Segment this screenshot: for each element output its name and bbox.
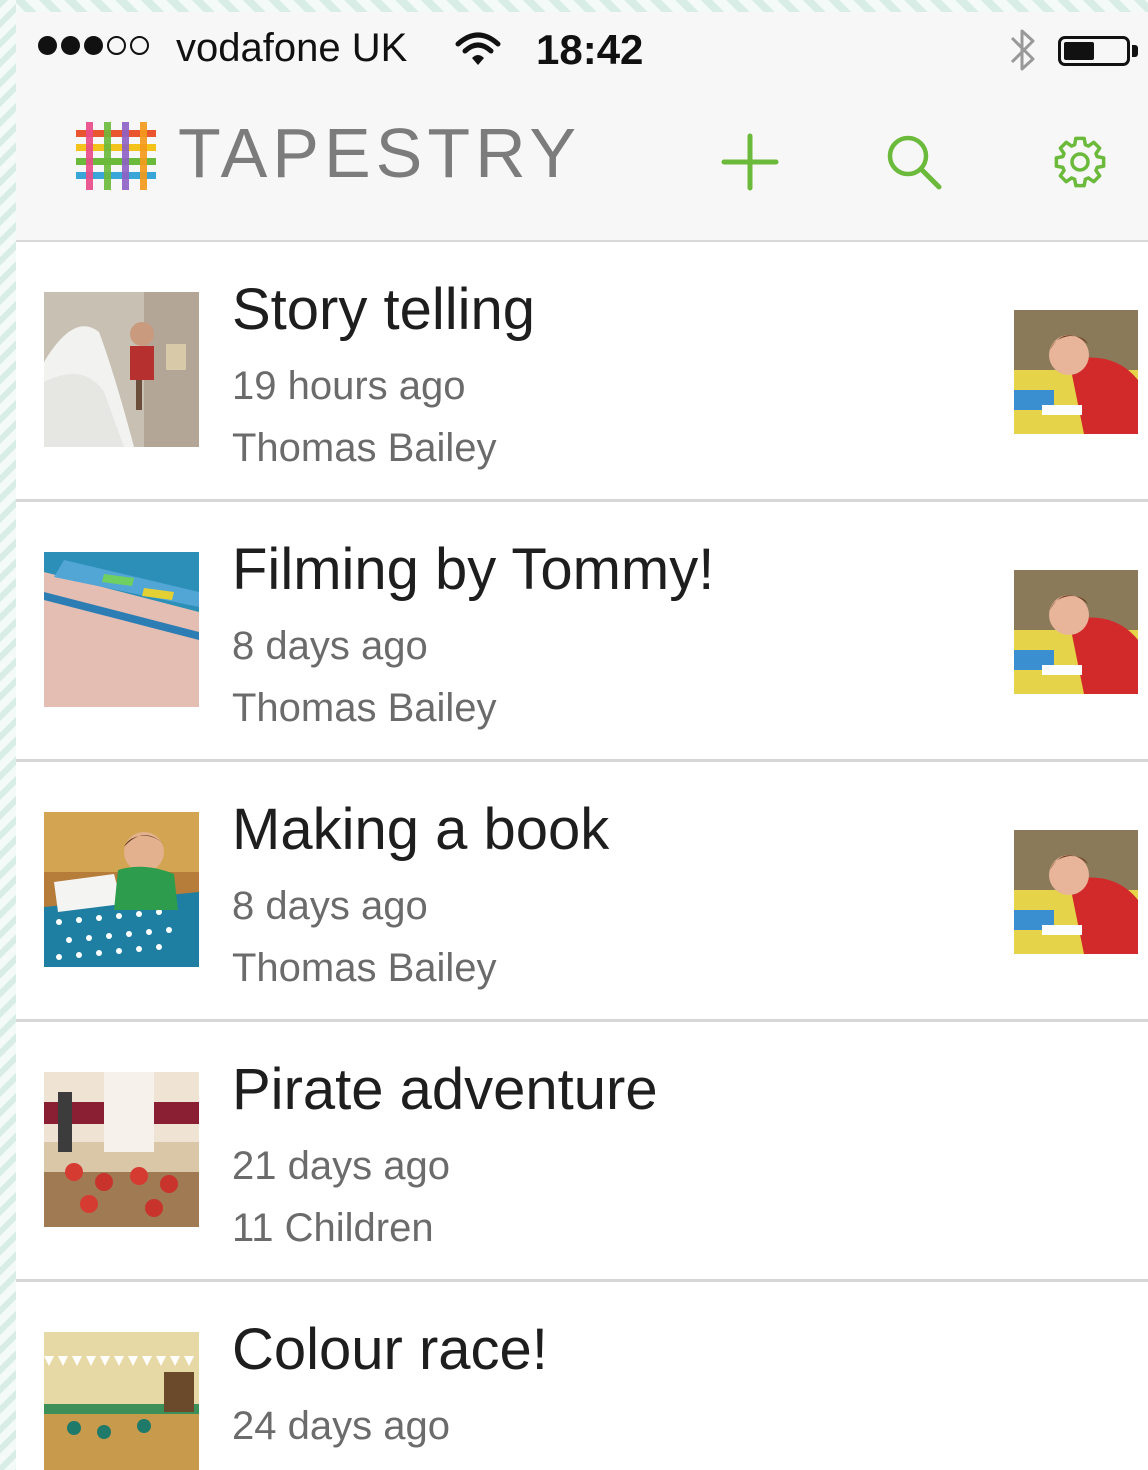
battery-level — [1064, 42, 1094, 60]
observation-time: 8 days ago — [232, 624, 428, 668]
child-avatar — [1014, 310, 1138, 434]
observation-photo — [44, 812, 199, 967]
background-pattern-top — [0, 0, 1148, 12]
app-screen: vodafone UK 18:42 TAPESTRY Story telling… — [16, 12, 1148, 1470]
battery-tip — [1132, 45, 1138, 57]
observation-title: Filming by Tommy! — [232, 537, 715, 602]
observation-author: 11 Children — [232, 1206, 434, 1250]
observation-author: Thomas Bailey — [232, 426, 497, 470]
status-time: 18:42 — [536, 26, 644, 73]
battery-icon — [1058, 36, 1130, 66]
observation-time: 21 days ago — [232, 1144, 450, 1188]
observation-title: Pirate adventure — [232, 1057, 658, 1122]
child-avatar — [1014, 830, 1138, 954]
settings-button[interactable] — [1048, 130, 1112, 194]
gear-icon — [1054, 136, 1106, 188]
observation-title: Story telling — [232, 277, 536, 342]
observation-photo — [44, 1332, 199, 1470]
observation-row[interactable]: Story telling 19 hours ago Thomas Bailey — [16, 242, 1148, 502]
status-bar: vodafone UK 18:42 — [16, 12, 1148, 86]
bluetooth-icon — [1006, 26, 1040, 79]
observation-author: Thomas Bailey — [232, 686, 497, 730]
wifi-icon — [454, 30, 502, 75]
observation-row[interactable]: Making a book 8 days ago Thomas Bailey — [16, 762, 1148, 1022]
signal-dot — [130, 36, 149, 55]
add-observation-button[interactable] — [718, 130, 782, 194]
observation-title: Making a book — [232, 797, 610, 862]
signal-strength-icon — [38, 36, 149, 55]
observation-row[interactable]: Colour race! 24 days ago — [16, 1282, 1148, 1470]
observation-row[interactable]: Filming by Tommy! 8 days ago Thomas Bail… — [16, 502, 1148, 762]
observation-photo — [44, 1072, 199, 1227]
observation-author: Thomas Bailey — [232, 946, 497, 990]
child-avatar — [1014, 570, 1138, 694]
observation-photo — [44, 552, 199, 707]
background-pattern-left — [0, 0, 16, 1470]
signal-dot — [84, 36, 103, 55]
signal-dot — [61, 36, 80, 55]
observation-title: Colour race! — [232, 1317, 548, 1382]
plus-icon — [721, 133, 779, 191]
nav-bar: TAPESTRY — [16, 86, 1148, 242]
observation-time: 19 hours ago — [232, 364, 466, 408]
search-icon — [887, 135, 942, 190]
observation-time: 24 days ago — [232, 1404, 450, 1448]
signal-dot — [38, 36, 57, 55]
observation-time: 8 days ago — [232, 884, 428, 928]
search-button[interactable] — [882, 130, 946, 194]
carrier-name: vodafone UK — [176, 26, 408, 70]
signal-dot — [107, 36, 126, 55]
observation-row[interactable]: Pirate adventure 21 days ago 11 Children — [16, 1022, 1148, 1282]
tapestry-logo-icon — [72, 120, 160, 197]
observation-list: Story telling 19 hours ago Thomas Bailey — [16, 242, 1148, 1470]
observation-photo — [44, 292, 199, 447]
app-name: TAPESTRY — [178, 114, 582, 192]
